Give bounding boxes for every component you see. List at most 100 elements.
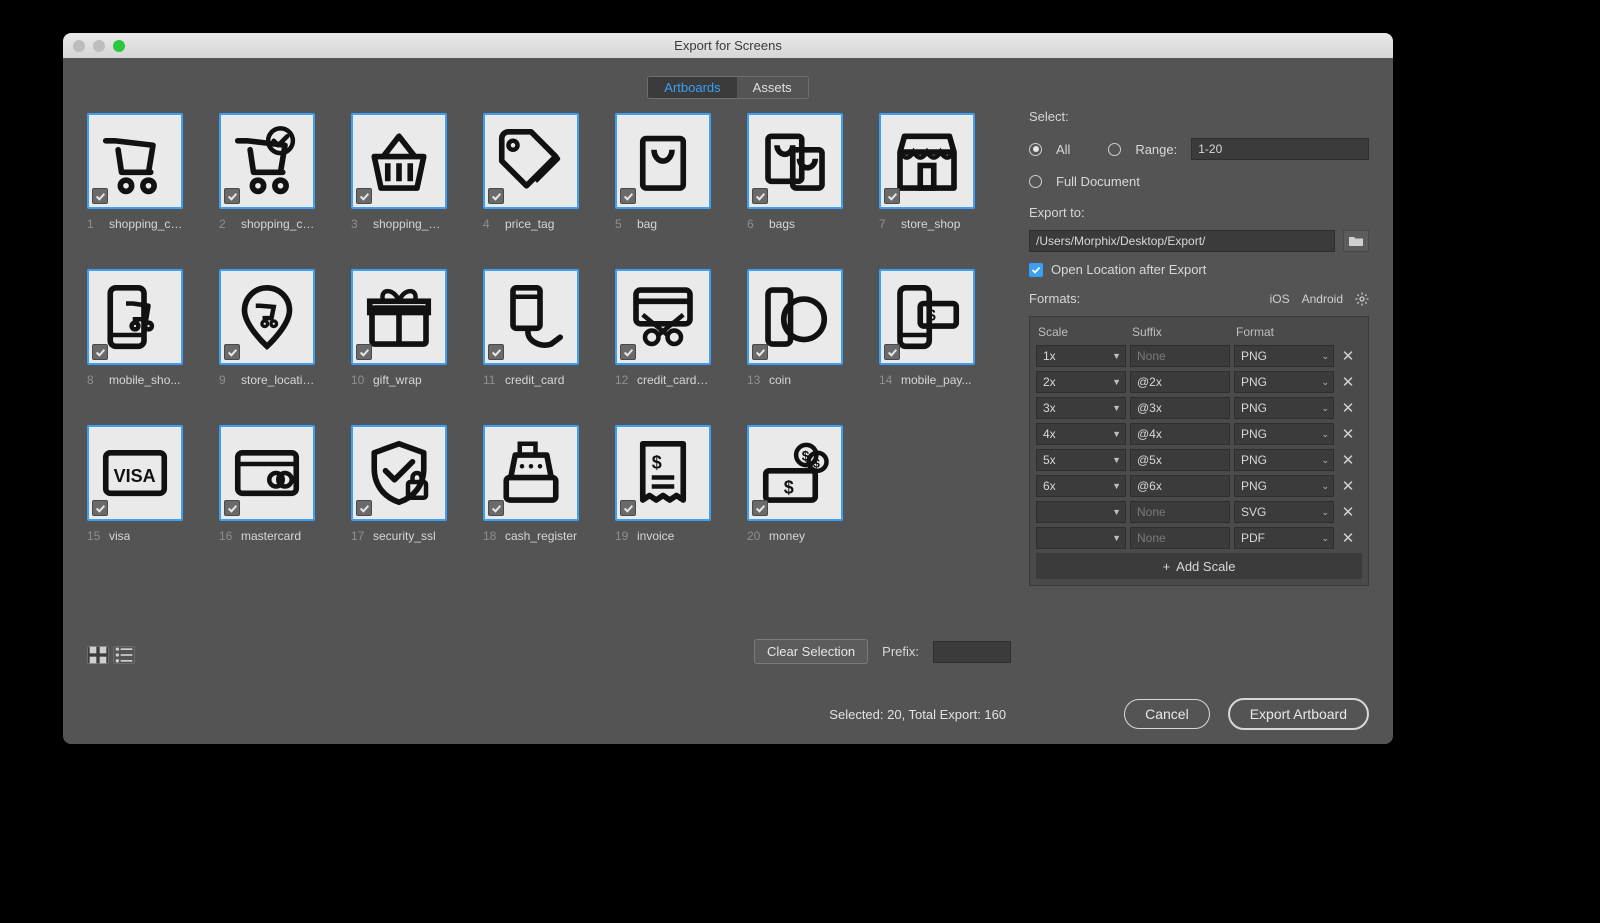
artboard-checkbox[interactable]: [92, 344, 108, 360]
format-select[interactable]: PNG⌄: [1234, 423, 1334, 445]
artboard-thumbnail[interactable]: [879, 269, 975, 365]
artboard-thumbnail[interactable]: [87, 113, 183, 209]
format-select[interactable]: PDF⌄: [1234, 527, 1334, 549]
suffix-input[interactable]: None: [1130, 501, 1230, 523]
scale-select[interactable]: ▼: [1036, 527, 1126, 549]
remove-row-button[interactable]: ✕: [1338, 399, 1358, 417]
format-select[interactable]: PNG⌄: [1234, 345, 1334, 367]
artboard-item[interactable]: 14 mobile_pay...: [879, 269, 975, 399]
suffix-input[interactable]: @5x: [1130, 449, 1230, 471]
artboard-checkbox[interactable]: [356, 500, 372, 516]
artboard-item[interactable]: 4 price_tag: [483, 113, 579, 243]
view-grid-button[interactable]: [87, 646, 109, 664]
suffix-input[interactable]: @4x: [1130, 423, 1230, 445]
export-path-input[interactable]: [1029, 230, 1335, 252]
remove-row-button[interactable]: ✕: [1338, 529, 1358, 547]
artboard-item[interactable]: 10 gift_wrap: [351, 269, 447, 399]
artboard-checkbox[interactable]: [752, 344, 768, 360]
artboard-item[interactable]: 7 store_shop: [879, 113, 975, 243]
radio-full-document[interactable]: [1029, 175, 1042, 188]
artboard-checkbox[interactable]: [224, 188, 240, 204]
artboard-checkbox[interactable]: [620, 188, 636, 204]
format-select[interactable]: PNG⌄: [1234, 397, 1334, 419]
artboard-item[interactable]: 12 credit_card_...: [615, 269, 711, 399]
tab-assets[interactable]: Assets: [737, 77, 808, 98]
open-location-checkbox[interactable]: [1029, 263, 1043, 277]
format-select[interactable]: PNG⌄: [1234, 449, 1334, 471]
artboard-thumbnail[interactable]: [615, 425, 711, 521]
artboard-thumbnail[interactable]: [747, 425, 843, 521]
remove-row-button[interactable]: ✕: [1338, 451, 1358, 469]
scale-select[interactable]: 4x▼: [1036, 423, 1126, 445]
artboard-item[interactable]: 13 coin: [747, 269, 843, 399]
artboard-checkbox[interactable]: [752, 500, 768, 516]
remove-row-button[interactable]: ✕: [1338, 373, 1358, 391]
suffix-input[interactable]: @2x: [1130, 371, 1230, 393]
artboard-checkbox[interactable]: [224, 500, 240, 516]
artboard-thumbnail[interactable]: [615, 269, 711, 365]
radio-all[interactable]: [1029, 143, 1042, 156]
artboard-checkbox[interactable]: [488, 188, 504, 204]
artboard-checkbox[interactable]: [92, 500, 108, 516]
artboard-checkbox[interactable]: [488, 344, 504, 360]
artboard-thumbnail[interactable]: [879, 113, 975, 209]
artboard-item[interactable]: 16 mastercard: [219, 425, 315, 555]
tab-artboards[interactable]: Artboards: [648, 77, 736, 98]
remove-row-button[interactable]: ✕: [1338, 477, 1358, 495]
artboard-thumbnail[interactable]: [351, 113, 447, 209]
cancel-button[interactable]: Cancel: [1124, 699, 1210, 729]
range-input[interactable]: [1191, 138, 1369, 160]
format-select[interactable]: PNG⌄: [1234, 475, 1334, 497]
artboard-checkbox[interactable]: [752, 188, 768, 204]
artboard-thumbnail[interactable]: [483, 269, 579, 365]
remove-row-button[interactable]: ✕: [1338, 425, 1358, 443]
artboard-checkbox[interactable]: [884, 344, 900, 360]
scale-select[interactable]: 2x▼: [1036, 371, 1126, 393]
artboard-item[interactable]: 17 security_ssl: [351, 425, 447, 555]
format-select[interactable]: PNG⌄: [1234, 371, 1334, 393]
artboard-item[interactable]: 2 shopping_ca...: [219, 113, 315, 243]
artboard-thumbnail[interactable]: [87, 425, 183, 521]
radio-range[interactable]: [1108, 143, 1121, 156]
scale-select[interactable]: 3x▼: [1036, 397, 1126, 419]
artboard-thumbnail[interactable]: [483, 113, 579, 209]
artboard-item[interactable]: 9 store_location: [219, 269, 315, 399]
artboard-thumbnail[interactable]: [483, 425, 579, 521]
clear-selection-button[interactable]: Clear Selection: [754, 639, 868, 664]
suffix-input[interactable]: None: [1130, 527, 1230, 549]
remove-row-button[interactable]: ✕: [1338, 503, 1358, 521]
artboard-checkbox[interactable]: [488, 500, 504, 516]
scale-select[interactable]: 6x▼: [1036, 475, 1126, 497]
artboard-item[interactable]: 15 visa: [87, 425, 183, 555]
artboard-checkbox[interactable]: [92, 188, 108, 204]
artboard-item[interactable]: 11 credit_card: [483, 269, 579, 399]
scale-select[interactable]: 1x▼: [1036, 345, 1126, 367]
artboard-checkbox[interactable]: [884, 188, 900, 204]
format-select[interactable]: SVG⌄: [1234, 501, 1334, 523]
artboard-checkbox[interactable]: [620, 500, 636, 516]
artboard-item[interactable]: 8 mobile_sho...: [87, 269, 183, 399]
suffix-input[interactable]: None: [1130, 345, 1230, 367]
artboard-item[interactable]: 5 bag: [615, 113, 711, 243]
artboard-checkbox[interactable]: [356, 344, 372, 360]
prefix-input[interactable]: [933, 641, 1011, 663]
artboard-item[interactable]: 20 money: [747, 425, 843, 555]
view-list-button[interactable]: [113, 646, 135, 664]
artboard-item[interactable]: 6 bags: [747, 113, 843, 243]
artboard-thumbnail[interactable]: [351, 425, 447, 521]
artboard-thumbnail[interactable]: [219, 113, 315, 209]
artboard-item[interactable]: 3 shopping_ba...: [351, 113, 447, 243]
artboard-thumbnail[interactable]: [351, 269, 447, 365]
artboard-thumbnail[interactable]: [747, 269, 843, 365]
choose-folder-button[interactable]: [1343, 230, 1369, 252]
artboard-item[interactable]: 19 invoice: [615, 425, 711, 555]
preset-android-link[interactable]: Android: [1302, 292, 1343, 306]
artboard-thumbnail[interactable]: [219, 425, 315, 521]
export-artboard-button[interactable]: Export Artboard: [1228, 698, 1369, 730]
artboard-thumbnail[interactable]: [615, 113, 711, 209]
artboard-thumbnail[interactable]: [747, 113, 843, 209]
remove-row-button[interactable]: ✕: [1338, 347, 1358, 365]
artboard-checkbox[interactable]: [620, 344, 636, 360]
artboard-checkbox[interactable]: [356, 188, 372, 204]
artboard-thumbnail[interactable]: [87, 269, 183, 365]
